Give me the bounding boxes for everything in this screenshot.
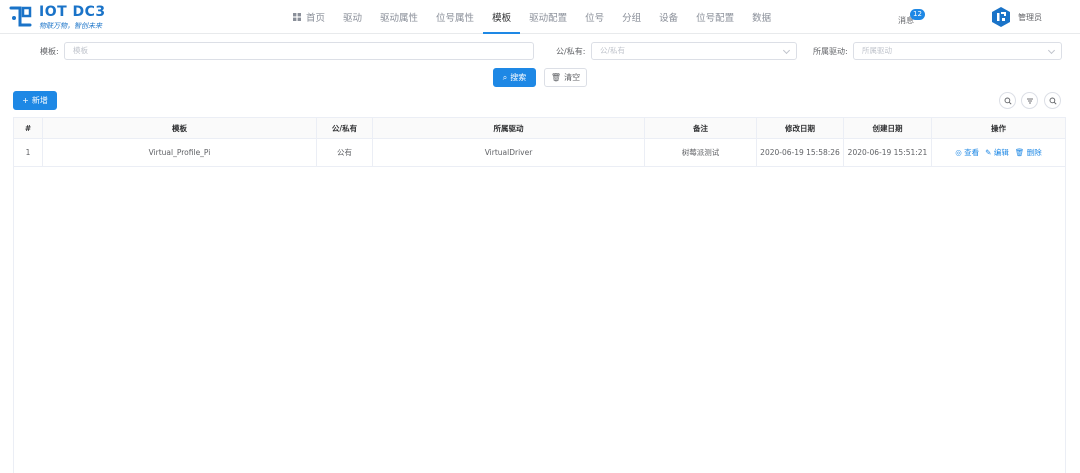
- edit-icon: ✎: [985, 148, 992, 157]
- clear-button-label: 清空: [564, 73, 581, 82]
- nav-item[interactable]: 位号属性: [427, 0, 483, 34]
- messages-count-badge: 12: [910, 9, 925, 20]
- eye-icon: ◎: [955, 148, 962, 157]
- driver-name: VirtualDriver: [373, 139, 645, 166]
- row-actions: ◎ 查看 ✎ 编辑 🗑︎ 删除: [932, 139, 1065, 166]
- template-name: Virtual_Profile_Pi: [43, 139, 317, 166]
- nav-item[interactable]: 位号配置: [687, 0, 743, 34]
- user-menu[interactable]: 管理员: [990, 5, 1042, 29]
- add-button[interactable]: + 新增: [13, 91, 57, 110]
- trash-icon: 🗑︎: [550, 73, 562, 82]
- app-logo[interactable]: IOT DC3 物联万物，智创未来: [8, 3, 118, 31]
- edit-label: 编辑: [993, 148, 1009, 157]
- main-nav: 首页 驱动 驱动属性 位号属性 模板 驱动配置 位号 分组 设备 位号配置 数据: [284, 0, 780, 34]
- table-row[interactable]: 1 Virtual_Profile_Pi 公有 VirtualDriver 树莓…: [14, 139, 1065, 167]
- nav-item[interactable]: 设备: [650, 0, 687, 34]
- chevron-down-icon: [1047, 46, 1056, 55]
- search-icon: [1004, 97, 1012, 105]
- nav-item-label: 驱动配置: [529, 13, 568, 24]
- main-panel: 模板: 模板 公/私有: 公/私有 所属驱动: 所属驱动 ⌕ 搜索 🗑︎ 清空 …: [0, 34, 1080, 473]
- nav-item-label: 驱动: [343, 13, 363, 24]
- nav-item-label: 驱动属性: [380, 13, 419, 24]
- nav-item[interactable]: 驱动属性: [371, 0, 427, 34]
- column-header: 创建日期: [844, 118, 932, 138]
- app-title: IOT DC3: [39, 4, 106, 20]
- column-header: 模板: [43, 118, 317, 138]
- delete-label: 删除: [1026, 148, 1042, 157]
- refresh-button[interactable]: [1044, 92, 1061, 109]
- nav-item-label: 位号: [585, 13, 605, 24]
- clear-button[interactable]: 🗑︎ 清空: [544, 68, 587, 87]
- column-header: 备注: [645, 118, 757, 138]
- user-avatar-icon: [992, 7, 1010, 27]
- access-select[interactable]: 公/私有: [591, 42, 797, 60]
- user-name: 管理员: [1018, 12, 1042, 22]
- table-header: # 模板 公/私有 所属驱动 备注 修改日期 创建日期 操作: [14, 118, 1065, 139]
- plus-icon: +: [22, 96, 29, 105]
- nav-item-label: 位号配置: [696, 13, 735, 24]
- nav-item[interactable]: 驱动: [334, 0, 371, 34]
- nav-item-label: 位号属性: [436, 13, 475, 24]
- toggle-search-button[interactable]: [999, 92, 1016, 109]
- template-table: # 模板 公/私有 所属驱动 备注 修改日期 创建日期 操作 1 Virtual…: [13, 117, 1066, 473]
- add-button-label: 新增: [31, 96, 48, 105]
- nav-item-label: 首页: [306, 13, 326, 24]
- search-button-label: 搜索: [510, 73, 527, 82]
- row-index: 1: [14, 139, 43, 166]
- top-bar: IOT DC3 物联万物，智创未来 首页 驱动 驱动属性 位号属性 模板 驱动配置 位号 分组…: [0, 0, 1080, 34]
- nav-item-label: 模板: [492, 13, 512, 24]
- grid-icon: [293, 13, 301, 21]
- nav-item[interactable]: 模板: [483, 0, 521, 34]
- modified-date: 2020-06-19 15:58:26: [757, 139, 844, 166]
- chevron-down-icon: [782, 46, 791, 55]
- access-filter-label: 公/私有:: [556, 47, 586, 56]
- view-button[interactable]: ◎ 查看: [955, 147, 979, 158]
- driver-select[interactable]: 所属驱动: [853, 42, 1062, 60]
- driver-select-placeholder: 所属驱动: [862, 46, 892, 55]
- view-label: 查看: [964, 148, 980, 157]
- column-header: 操作: [991, 123, 1006, 133]
- search-icon: [1049, 97, 1057, 105]
- created-date: 2020-06-19 15:51:21: [844, 139, 932, 166]
- search-icon: ⌕: [502, 72, 508, 82]
- nav-item[interactable]: 首页: [284, 0, 334, 34]
- trash-icon: 🗑︎: [1014, 148, 1025, 157]
- app-slogan: 物联万物，智创未来: [39, 22, 102, 30]
- nav-item-label: 设备: [659, 13, 679, 24]
- filter-icon: [1026, 98, 1033, 103]
- logo-icon: [9, 6, 32, 27]
- column-header: 修改日期: [757, 118, 844, 138]
- template-filter-label: 模板:: [40, 47, 59, 56]
- access-select-placeholder: 公/私有: [600, 46, 626, 55]
- nav-item[interactable]: 驱动配置: [520, 0, 576, 34]
- driver-filter-label: 所属驱动:: [813, 47, 848, 56]
- edit-button[interactable]: ✎ 编辑: [985, 147, 1009, 158]
- column-header: 所属驱动: [373, 118, 645, 138]
- nav-item[interactable]: 数据: [743, 0, 780, 34]
- remark: 树莓派测试: [645, 139, 757, 166]
- nav-item[interactable]: 位号: [576, 0, 613, 34]
- nav-item-label: 分组: [622, 13, 642, 24]
- column-header: #: [14, 118, 43, 138]
- delete-button[interactable]: 🗑︎ 删除: [1015, 147, 1042, 158]
- column-header: 公/私有: [317, 118, 373, 138]
- access-type: 公有: [317, 139, 373, 166]
- search-button[interactable]: ⌕ 搜索: [493, 68, 536, 87]
- nav-item-label: 数据: [752, 13, 772, 24]
- template-search-input[interactable]: 模板: [64, 42, 534, 60]
- nav-item[interactable]: 分组: [613, 0, 650, 34]
- column-filter-button[interactable]: [1021, 92, 1038, 109]
